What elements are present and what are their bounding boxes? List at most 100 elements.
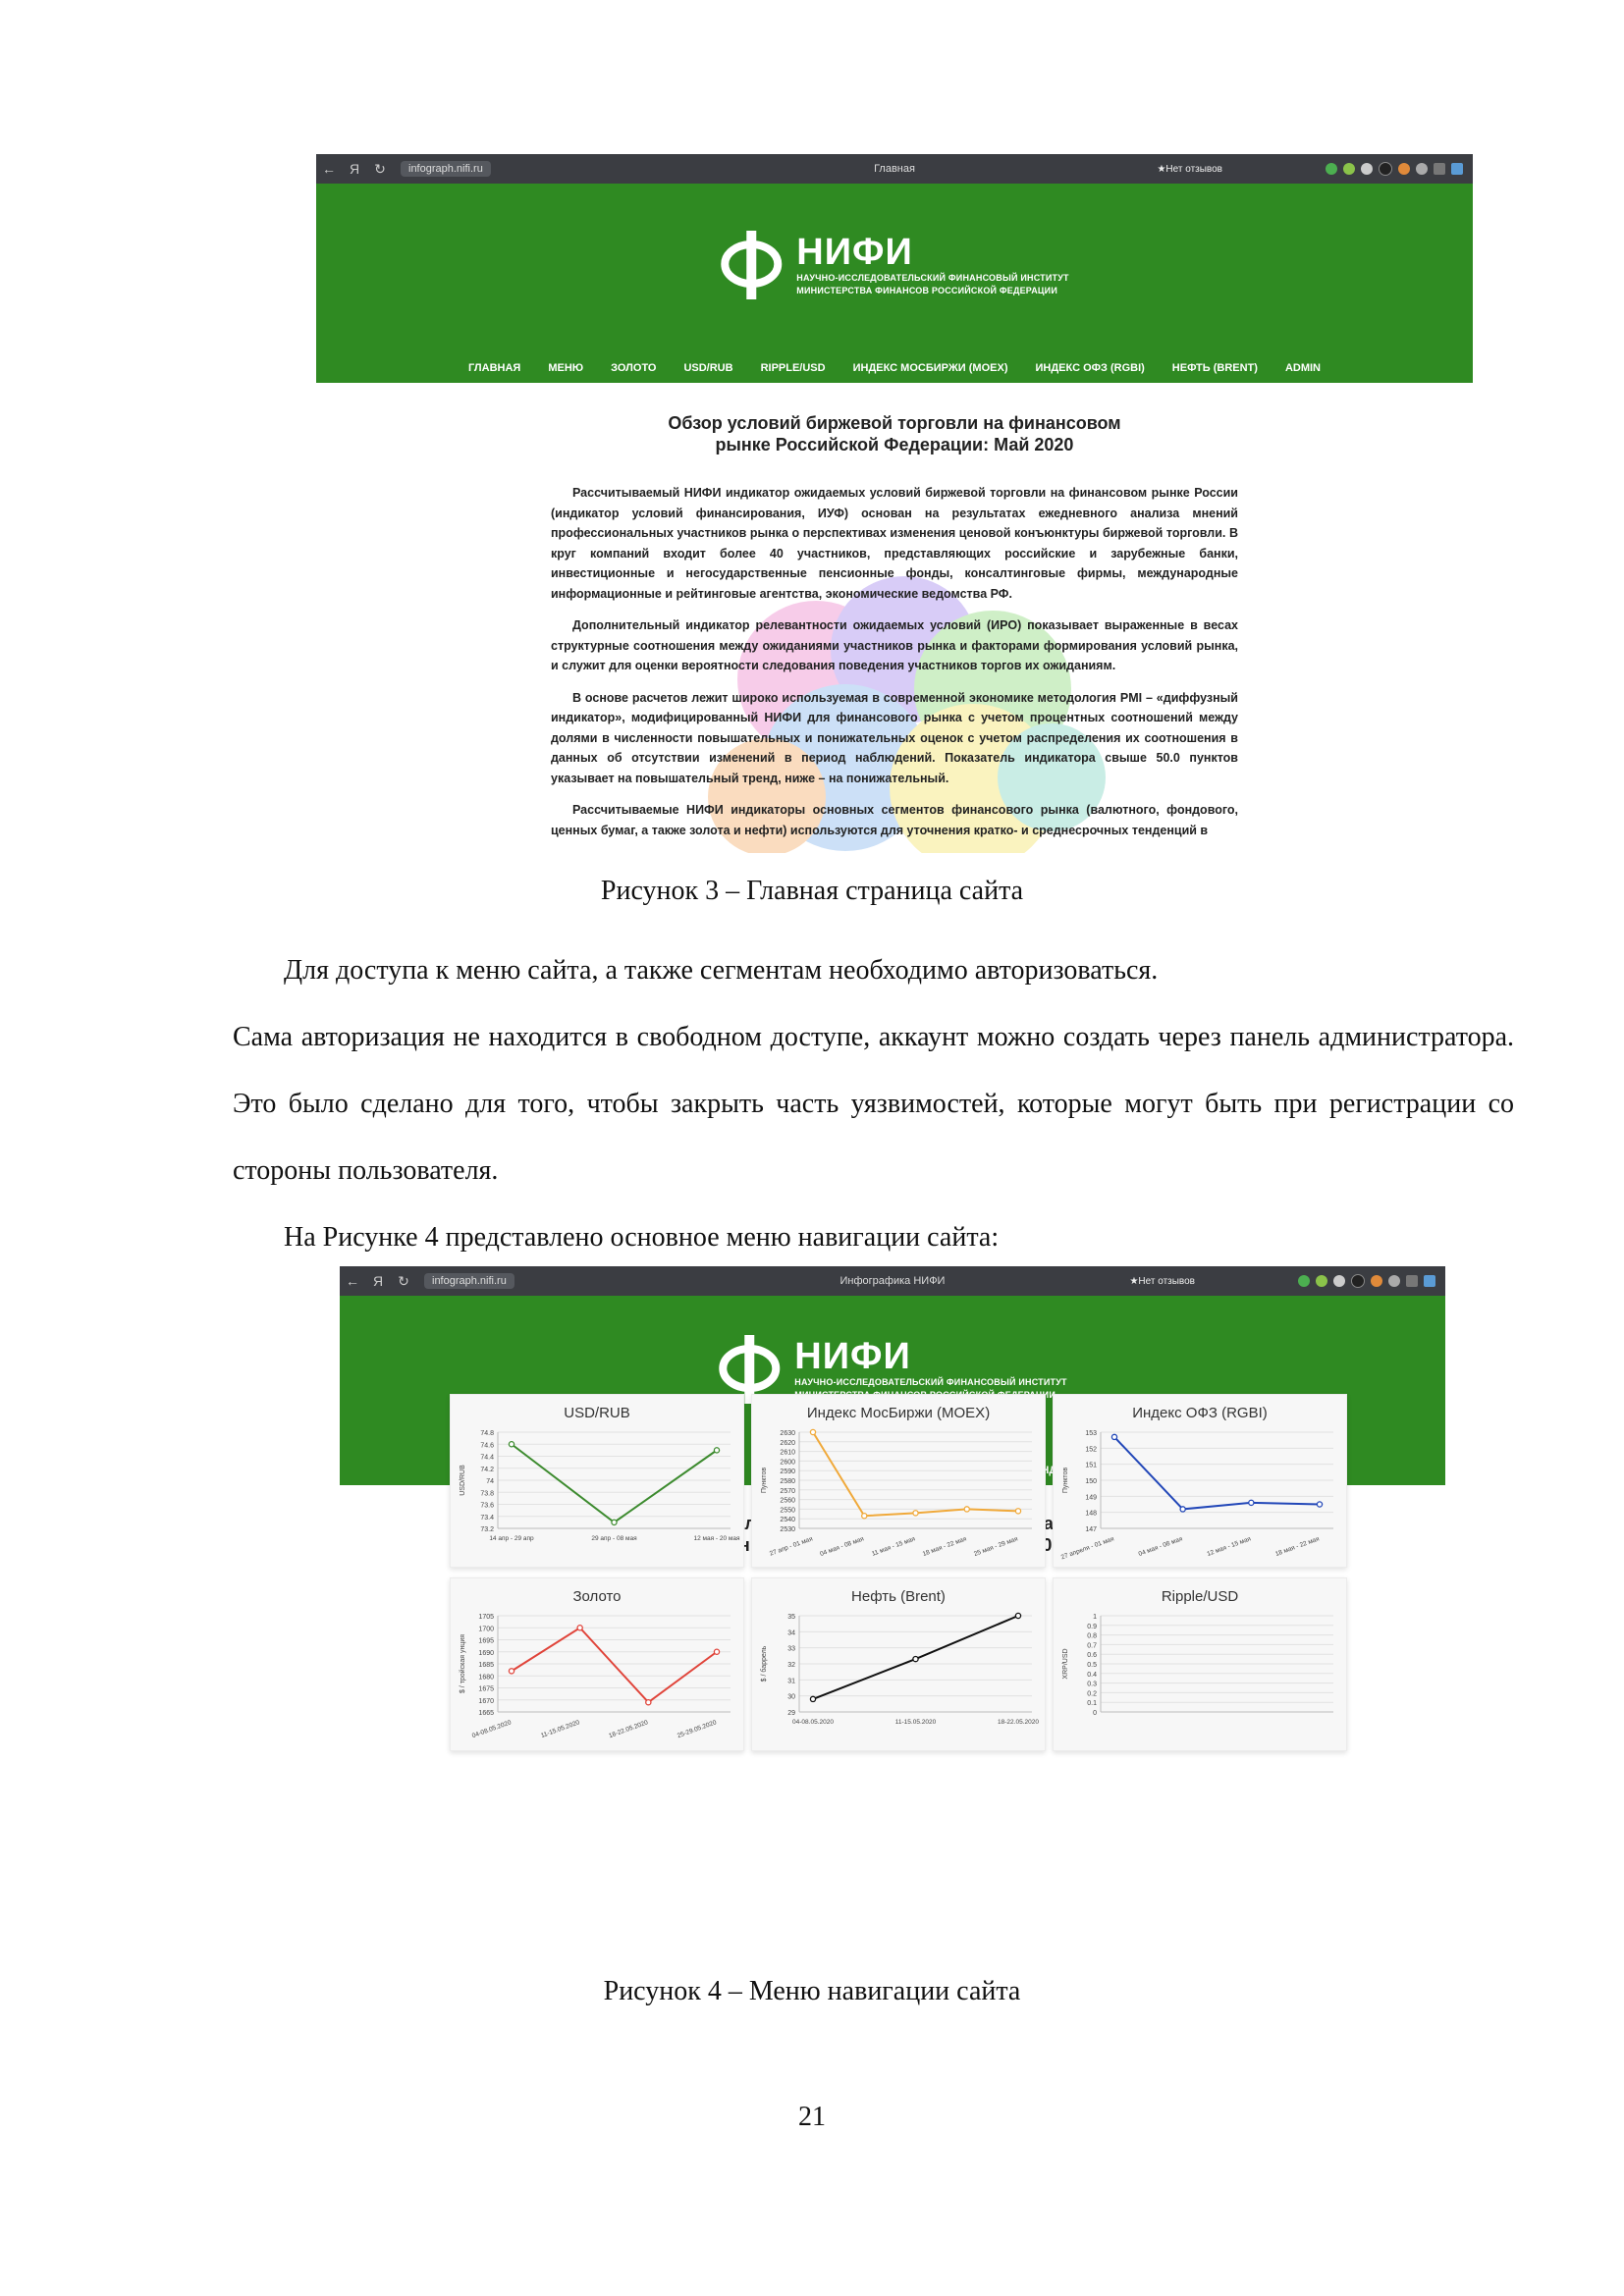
back-icon[interactable]: ← xyxy=(316,161,342,177)
logo-name: НИФИ xyxy=(796,232,913,273)
data-point xyxy=(1316,1501,1324,1508)
y-tick-label: 74.2 xyxy=(480,1467,494,1473)
y-tick-label: 34 xyxy=(787,1629,795,1636)
y-tick-label: 1685 xyxy=(478,1662,494,1669)
mask-icon[interactable] xyxy=(1379,162,1392,176)
reviews-badge[interactable]: ★Нет отзывов xyxy=(1129,1276,1195,1287)
y-tick-label: 2590 xyxy=(780,1468,795,1475)
y-tick-label: 74.6 xyxy=(480,1442,494,1449)
x-tick-label: 29 апр - 08 мая xyxy=(591,1535,637,1542)
y-tick-label: 0.7 xyxy=(1087,1642,1097,1649)
site-header: НИФИ НАУЧНО-ИССЛЕДОВАТЕЛЬСКИЙ ФИНАНСОВЫЙ… xyxy=(316,184,1473,383)
chart-title: Ripple/USD xyxy=(1161,1588,1239,1605)
chart-card-ripple[interactable]: Ripple/USD 1 0.9 0.8 0.7 0.6 0.5 0.4 0.3 0.2 0.1 0… xyxy=(1053,1577,1347,1751)
menu-item-ripple[interactable]: RIPPLE/USD xyxy=(761,362,826,374)
back-icon[interactable]: ← xyxy=(340,1273,365,1289)
chart-card-gold[interactable]: Золото 1705 1700 1695 1690 1685 1680 1675 1670 1… xyxy=(450,1577,744,1751)
data-point xyxy=(508,1440,515,1448)
data-point xyxy=(1014,1508,1022,1515)
chart-usd-rub: 74.8 74.6 74.4 74.2 74 73.8 73.6 73.4 73.2 USD/RU… xyxy=(460,1430,740,1542)
chart-card-moex[interactable]: Индекс МосБиржи (MOEX) 2630 2620 2610 2600 2… xyxy=(751,1394,1046,1568)
x-tick-label: 04-08.05.2020 xyxy=(471,1719,513,1739)
menu-item-moex[interactable]: ИНДЕКС МОСБИРЖИ (MOEX) xyxy=(853,362,1008,374)
chart-card-rgbi[interactable]: Индекс ОФЗ (RGBI) 153 152 151 150 149 148 147 П… xyxy=(1053,1394,1347,1568)
y-tick-label: 1675 xyxy=(478,1686,494,1693)
y-axis-label: XRP/USD xyxy=(1062,1648,1069,1679)
data-point xyxy=(576,1624,583,1631)
address-bar[interactable]: infograph.nifi.ru xyxy=(424,1273,514,1289)
downloads-icon[interactable] xyxy=(1451,163,1463,175)
x-tick-label: 25-29.05.2020 xyxy=(677,1719,718,1739)
paragraph-auth: Сама авторизация не находится в свободно… xyxy=(233,1022,1514,1186)
y-tick-label: 0.3 xyxy=(1087,1682,1097,1688)
y-tick-label: 73.2 xyxy=(480,1526,494,1533)
data-point xyxy=(1014,1612,1022,1620)
figure-3-caption: Рисунок 3 – Главная страница сайта xyxy=(600,876,1024,906)
extensions-icon[interactable] xyxy=(1406,1275,1418,1287)
yandex-icon[interactable]: Я xyxy=(365,1273,391,1289)
download-arrow-icon[interactable] xyxy=(1343,163,1355,175)
menu-item-usd-rub[interactable]: USD/RUB xyxy=(683,362,732,374)
chart-card-usd-rub[interactable]: USD/RUB 74.8 74.6 74.4 74.2 74 73.8 73.6 73.4 73… xyxy=(450,1394,744,1568)
chart-card-brent[interactable]: Нефть (Brent) 35 34 33 32 31 30 29 $ / баррель 0… xyxy=(751,1577,1046,1751)
y-tick-label: 0.4 xyxy=(1087,1672,1097,1679)
shield-icon[interactable] xyxy=(1298,1275,1310,1287)
gear-icon[interactable] xyxy=(1416,163,1428,175)
shield-icon[interactable] xyxy=(1326,163,1337,175)
logo-subtitle-1: НАУЧНО-ИССЛЕДОВАТЕЛЬСКИЙ ФИНАНСОВЫЙ ИНСТ… xyxy=(794,1377,1067,1387)
reload-icon[interactable]: ↻ xyxy=(391,1273,416,1290)
menu-item-admin[interactable]: ADMIN xyxy=(1285,362,1321,374)
x-tick-label: 27 апреля - 01 мая xyxy=(1060,1535,1115,1561)
x-tick-label: 27 апр - 01 мая xyxy=(769,1535,814,1558)
extension-icons xyxy=(1298,1274,1435,1288)
x-tick-label: 04 мая - 08 мая xyxy=(819,1535,865,1558)
page-title: Обзор условий биржевой торговли на финан… xyxy=(668,413,1121,454)
data-point xyxy=(713,1648,721,1656)
downloads-icon[interactable] xyxy=(1424,1275,1435,1287)
extensions-icon[interactable] xyxy=(1434,163,1445,175)
x-tick-label: 18 мая - 22 мая xyxy=(922,1535,968,1558)
y-tick-label: 2570 xyxy=(780,1488,795,1495)
circle-icon[interactable] xyxy=(1361,163,1373,175)
x-tick-label: 18-22.05.2020 xyxy=(608,1719,649,1739)
mask-icon[interactable] xyxy=(1351,1274,1365,1288)
charts-grid: USD/RUB 74.8 74.6 74.4 74.2 74 73.8 73.6 73.4 73… xyxy=(450,1394,1348,1751)
x-tick-label: 11-15.05.2020 xyxy=(895,1719,937,1726)
reload-icon[interactable]: ↻ xyxy=(367,161,393,178)
y-tick-label: 1665 xyxy=(478,1710,494,1717)
reviews-badge[interactable]: ★Нет отзывов xyxy=(1157,164,1222,175)
data-point xyxy=(861,1513,868,1520)
site-logo[interactable]: НИФИ НАУЧНО-ИССЛЕДОВАТЕЛЬСКИЙ ФИНАНСОВЫЙ… xyxy=(720,227,1069,303)
figure-4-caption: Рисунок 4 – Меню навигации сайта xyxy=(603,1976,1021,2006)
y-tick-label: 2620 xyxy=(780,1440,795,1447)
chart-gold: 1705 1700 1695 1690 1685 1680 1675 1670 1665 $ / … xyxy=(459,1614,731,1739)
cookie-icon[interactable] xyxy=(1398,163,1410,175)
extension-icons xyxy=(1326,162,1463,176)
y-axis-label: Пунктов xyxy=(1062,1468,1069,1494)
y-tick-label: 74.4 xyxy=(480,1455,494,1462)
menu-item-gold[interactable]: ЗОЛОТО xyxy=(611,362,656,374)
menu-item-rgbi[interactable]: ИНДЕКС ОФЗ (RGBI) xyxy=(1035,362,1144,374)
y-axis-label: USD/RUB xyxy=(460,1465,466,1496)
yandex-icon[interactable]: Я xyxy=(342,161,367,177)
chart-title: Нефть (Brent) xyxy=(851,1588,946,1605)
y-tick-label: 2540 xyxy=(780,1517,795,1523)
circle-icon[interactable] xyxy=(1333,1275,1345,1287)
data-point xyxy=(963,1506,970,1513)
chart-moex: 2630 2620 2610 2600 2590 2580 2570 2560 2550 2540… xyxy=(761,1428,1032,1558)
logo-subtitle-1: НАУЧНО-ИССЛЕДОВАТЕЛЬСКИЙ ФИНАНСОВЫЙ ИНСТ… xyxy=(796,273,1069,283)
data-point xyxy=(713,1447,721,1454)
address-bar[interactable]: infograph.nifi.ru xyxy=(401,161,491,177)
browser-toolbar: ← Я ↻ infograph.nifi.ru Главная ★Нет отз… xyxy=(316,154,1473,184)
gear-icon[interactable] xyxy=(1388,1275,1400,1287)
cookie-icon[interactable] xyxy=(1371,1275,1382,1287)
menu-item-menu[interactable]: МЕНЮ xyxy=(548,362,583,374)
menu-item-home[interactable]: ГЛАВНАЯ xyxy=(468,362,520,374)
y-tick-label: 0.5 xyxy=(1087,1662,1097,1669)
y-tick-label: 2560 xyxy=(780,1498,795,1505)
y-tick-label: 73.4 xyxy=(480,1515,494,1522)
menu-item-brent[interactable]: НЕФТЬ (BRENT) xyxy=(1172,362,1258,374)
y-tick-label: 152 xyxy=(1085,1446,1097,1453)
y-tick-label: 149 xyxy=(1085,1494,1097,1501)
download-arrow-icon[interactable] xyxy=(1316,1275,1327,1287)
